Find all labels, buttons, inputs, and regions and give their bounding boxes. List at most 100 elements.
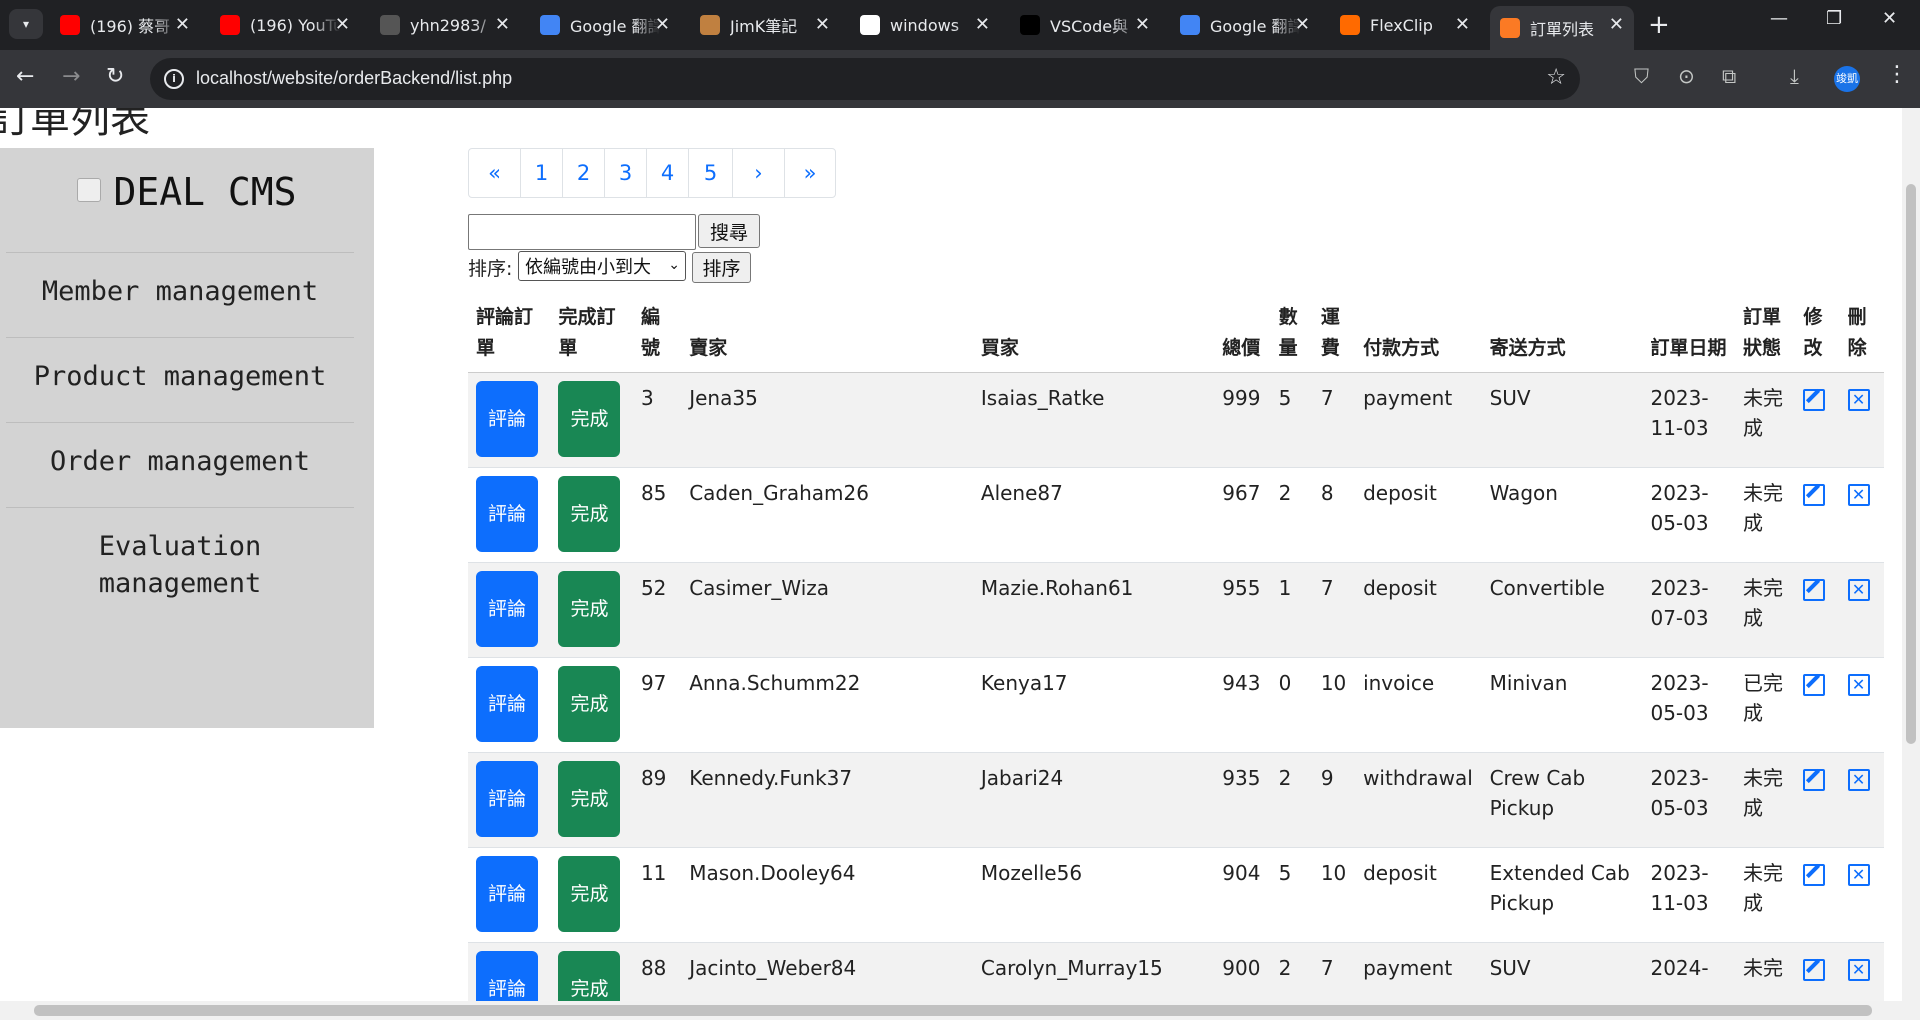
cell-payment: deposit xyxy=(1355,847,1482,943)
review-button[interactable]: 評論 xyxy=(476,381,538,457)
cell-id: 85 xyxy=(632,467,682,563)
close-tab-icon[interactable]: ✕ xyxy=(815,14,830,35)
close-tab-icon[interactable]: ✕ xyxy=(1455,14,1470,35)
edit-icon[interactable] xyxy=(1803,579,1826,601)
table-row: 評論 完成 52 Casimer_Wiza Mazie.Rohan61 955 1 7 depo… xyxy=(468,562,1884,658)
last-page-button[interactable]: » xyxy=(785,149,835,197)
edit-icon[interactable] xyxy=(1803,389,1826,411)
edit-icon[interactable] xyxy=(1803,769,1826,791)
close-tab-icon[interactable]: ✕ xyxy=(495,14,510,35)
page-3-button[interactable]: 3 xyxy=(605,149,647,197)
minimize-button[interactable]: — xyxy=(1770,8,1788,29)
sort-button[interactable]: 排序 xyxy=(692,252,751,283)
cell-payment: withdrawal xyxy=(1355,752,1482,848)
vertical-scroll-thumb[interactable] xyxy=(1906,184,1916,744)
col-seller: 賣家 xyxy=(681,294,973,373)
restore-button[interactable]: ❐ xyxy=(1826,8,1842,29)
downloads-icon[interactable]: ⤓ xyxy=(1790,64,1799,88)
close-tab-icon[interactable]: ✕ xyxy=(655,14,670,35)
orders-table: 評論訂單 完成訂單 編號 賣家 買家 總價 數量 運費 付款方式 寄送方式 訂單… xyxy=(468,294,1884,1001)
col-review: 評論訂單 xyxy=(468,294,551,373)
sidebar-item-evaluation[interactable]: Evaluation management xyxy=(40,528,320,602)
extensions-puzzle-icon[interactable]: ⧉ xyxy=(1722,64,1736,88)
flexclip-icon xyxy=(1340,15,1360,35)
close-tab-icon[interactable]: ✕ xyxy=(975,14,990,35)
page-2-button[interactable]: 2 xyxy=(563,149,605,197)
browser-tab[interactable]: yhn2983/ ✕ xyxy=(370,6,520,44)
delete-icon[interactable]: ✕ xyxy=(1847,674,1870,696)
edit-icon[interactable] xyxy=(1803,484,1826,506)
vertical-scrollbar[interactable] xyxy=(1902,108,1920,1001)
complete-button[interactable]: 完成 xyxy=(558,951,621,1001)
review-cell: 評論 xyxy=(468,657,551,753)
delete-icon[interactable]: ✕ xyxy=(1847,389,1870,411)
browser-tab[interactable]: Google 翻譯 ✕ xyxy=(530,6,680,44)
browser-tab[interactable]: FlexClip ✕ xyxy=(1330,6,1480,44)
complete-button[interactable]: 完成 xyxy=(558,476,621,552)
page-4-button[interactable]: 4 xyxy=(647,149,689,197)
review-button[interactable]: 評論 xyxy=(476,571,538,647)
page-5-button[interactable]: 5 xyxy=(689,149,733,197)
close-window-button[interactable]: ✕ xyxy=(1882,8,1897,29)
sort-select[interactable]: 依編號由小到大 ⌄ xyxy=(518,251,686,281)
next-page-button[interactable]: › xyxy=(733,149,785,197)
reload-button[interactable]: ↻ xyxy=(106,64,124,89)
delete-icon[interactable]: ✕ xyxy=(1847,959,1870,981)
edit-icon[interactable] xyxy=(1803,959,1826,981)
delete-icon[interactable]: ✕ xyxy=(1847,484,1870,506)
complete-button[interactable]: 完成 xyxy=(558,666,621,742)
edit-icon[interactable] xyxy=(1803,674,1826,696)
browser-tab[interactable]: 訂單列表 ✕ xyxy=(1490,6,1634,50)
browser-tab[interactable]: (196) 蔡哥 ✕ xyxy=(50,6,200,44)
address-bar[interactable]: i localhost/website/orderBackend/list.ph… xyxy=(150,58,1580,100)
first-page-button[interactable]: « xyxy=(469,149,521,197)
horizontal-scrollbar[interactable] xyxy=(0,1001,1920,1020)
bookmark-star-icon[interactable]: ☆ xyxy=(1546,65,1566,90)
delete-icon[interactable]: ✕ xyxy=(1847,864,1870,886)
profile-avatar[interactable]: 竣凱 xyxy=(1834,66,1860,92)
forward-button[interactable]: → xyxy=(62,64,80,89)
close-tab-icon[interactable]: ✕ xyxy=(1609,14,1624,35)
tab-search-button[interactable]: ▾ xyxy=(9,9,43,39)
browser-tab[interactable]: (196) YouTube✕ xyxy=(210,6,360,44)
col-id: 編號 xyxy=(632,294,682,373)
sidebar-item-member[interactable]: Member management xyxy=(0,273,360,310)
back-button[interactable]: ← xyxy=(16,64,34,89)
cell-id: 11 xyxy=(632,847,682,943)
complete-button[interactable]: 完成 xyxy=(558,856,621,932)
browser-tab[interactable]: Google 翻譯 ✕ xyxy=(1170,6,1320,44)
search-input[interactable] xyxy=(468,214,696,250)
edit-icon[interactable] xyxy=(1803,864,1826,886)
complete-button[interactable]: 完成 xyxy=(558,571,621,647)
close-tab-icon[interactable]: ✕ xyxy=(1295,14,1310,35)
close-tab-icon[interactable]: ✕ xyxy=(335,14,350,35)
complete-cell: 完成 xyxy=(550,657,633,753)
complete-button[interactable]: 完成 xyxy=(558,381,621,457)
new-tab-button[interactable]: + xyxy=(1648,10,1670,40)
search-button[interactable]: 搜尋 xyxy=(698,214,760,248)
browser-tab[interactable]: JimK筆記 ✕ xyxy=(690,6,840,44)
browser-tab[interactable]: VSCode與 ✕ xyxy=(1010,6,1160,44)
close-tab-icon[interactable]: ✕ xyxy=(1135,14,1150,35)
cell-seller: Casimer_Wiza xyxy=(681,562,973,658)
review-button[interactable]: 評論 xyxy=(476,856,538,932)
cell-total: 900 xyxy=(1214,942,1271,1001)
browser-tab[interactable]: windows ✕ xyxy=(850,6,1000,44)
review-button[interactable]: 評論 xyxy=(476,761,538,837)
review-button[interactable]: 評論 xyxy=(476,951,538,1001)
close-tab-icon[interactable]: ✕ xyxy=(175,14,190,35)
extension-search-icon[interactable]: ⊙ xyxy=(1678,64,1695,88)
sidebar-item-product[interactable]: Product management xyxy=(0,358,360,395)
site-info-icon[interactable]: i xyxy=(164,69,184,89)
review-button[interactable]: 評論 xyxy=(476,666,538,742)
horizontal-scroll-thumb[interactable] xyxy=(34,1005,1872,1016)
cell-total: 904 xyxy=(1214,847,1271,943)
review-button[interactable]: 評論 xyxy=(476,476,538,552)
delete-icon[interactable]: ✕ xyxy=(1847,769,1870,791)
delete-icon[interactable]: ✕ xyxy=(1847,579,1870,601)
extension-shield-icon[interactable]: ⛉ xyxy=(1634,64,1649,88)
sidebar-item-order[interactable]: Order management xyxy=(0,443,360,480)
browser-menu-icon[interactable]: ⋮ xyxy=(1886,62,1908,87)
complete-button[interactable]: 完成 xyxy=(558,761,621,837)
page-1-button[interactable]: 1 xyxy=(521,149,563,197)
